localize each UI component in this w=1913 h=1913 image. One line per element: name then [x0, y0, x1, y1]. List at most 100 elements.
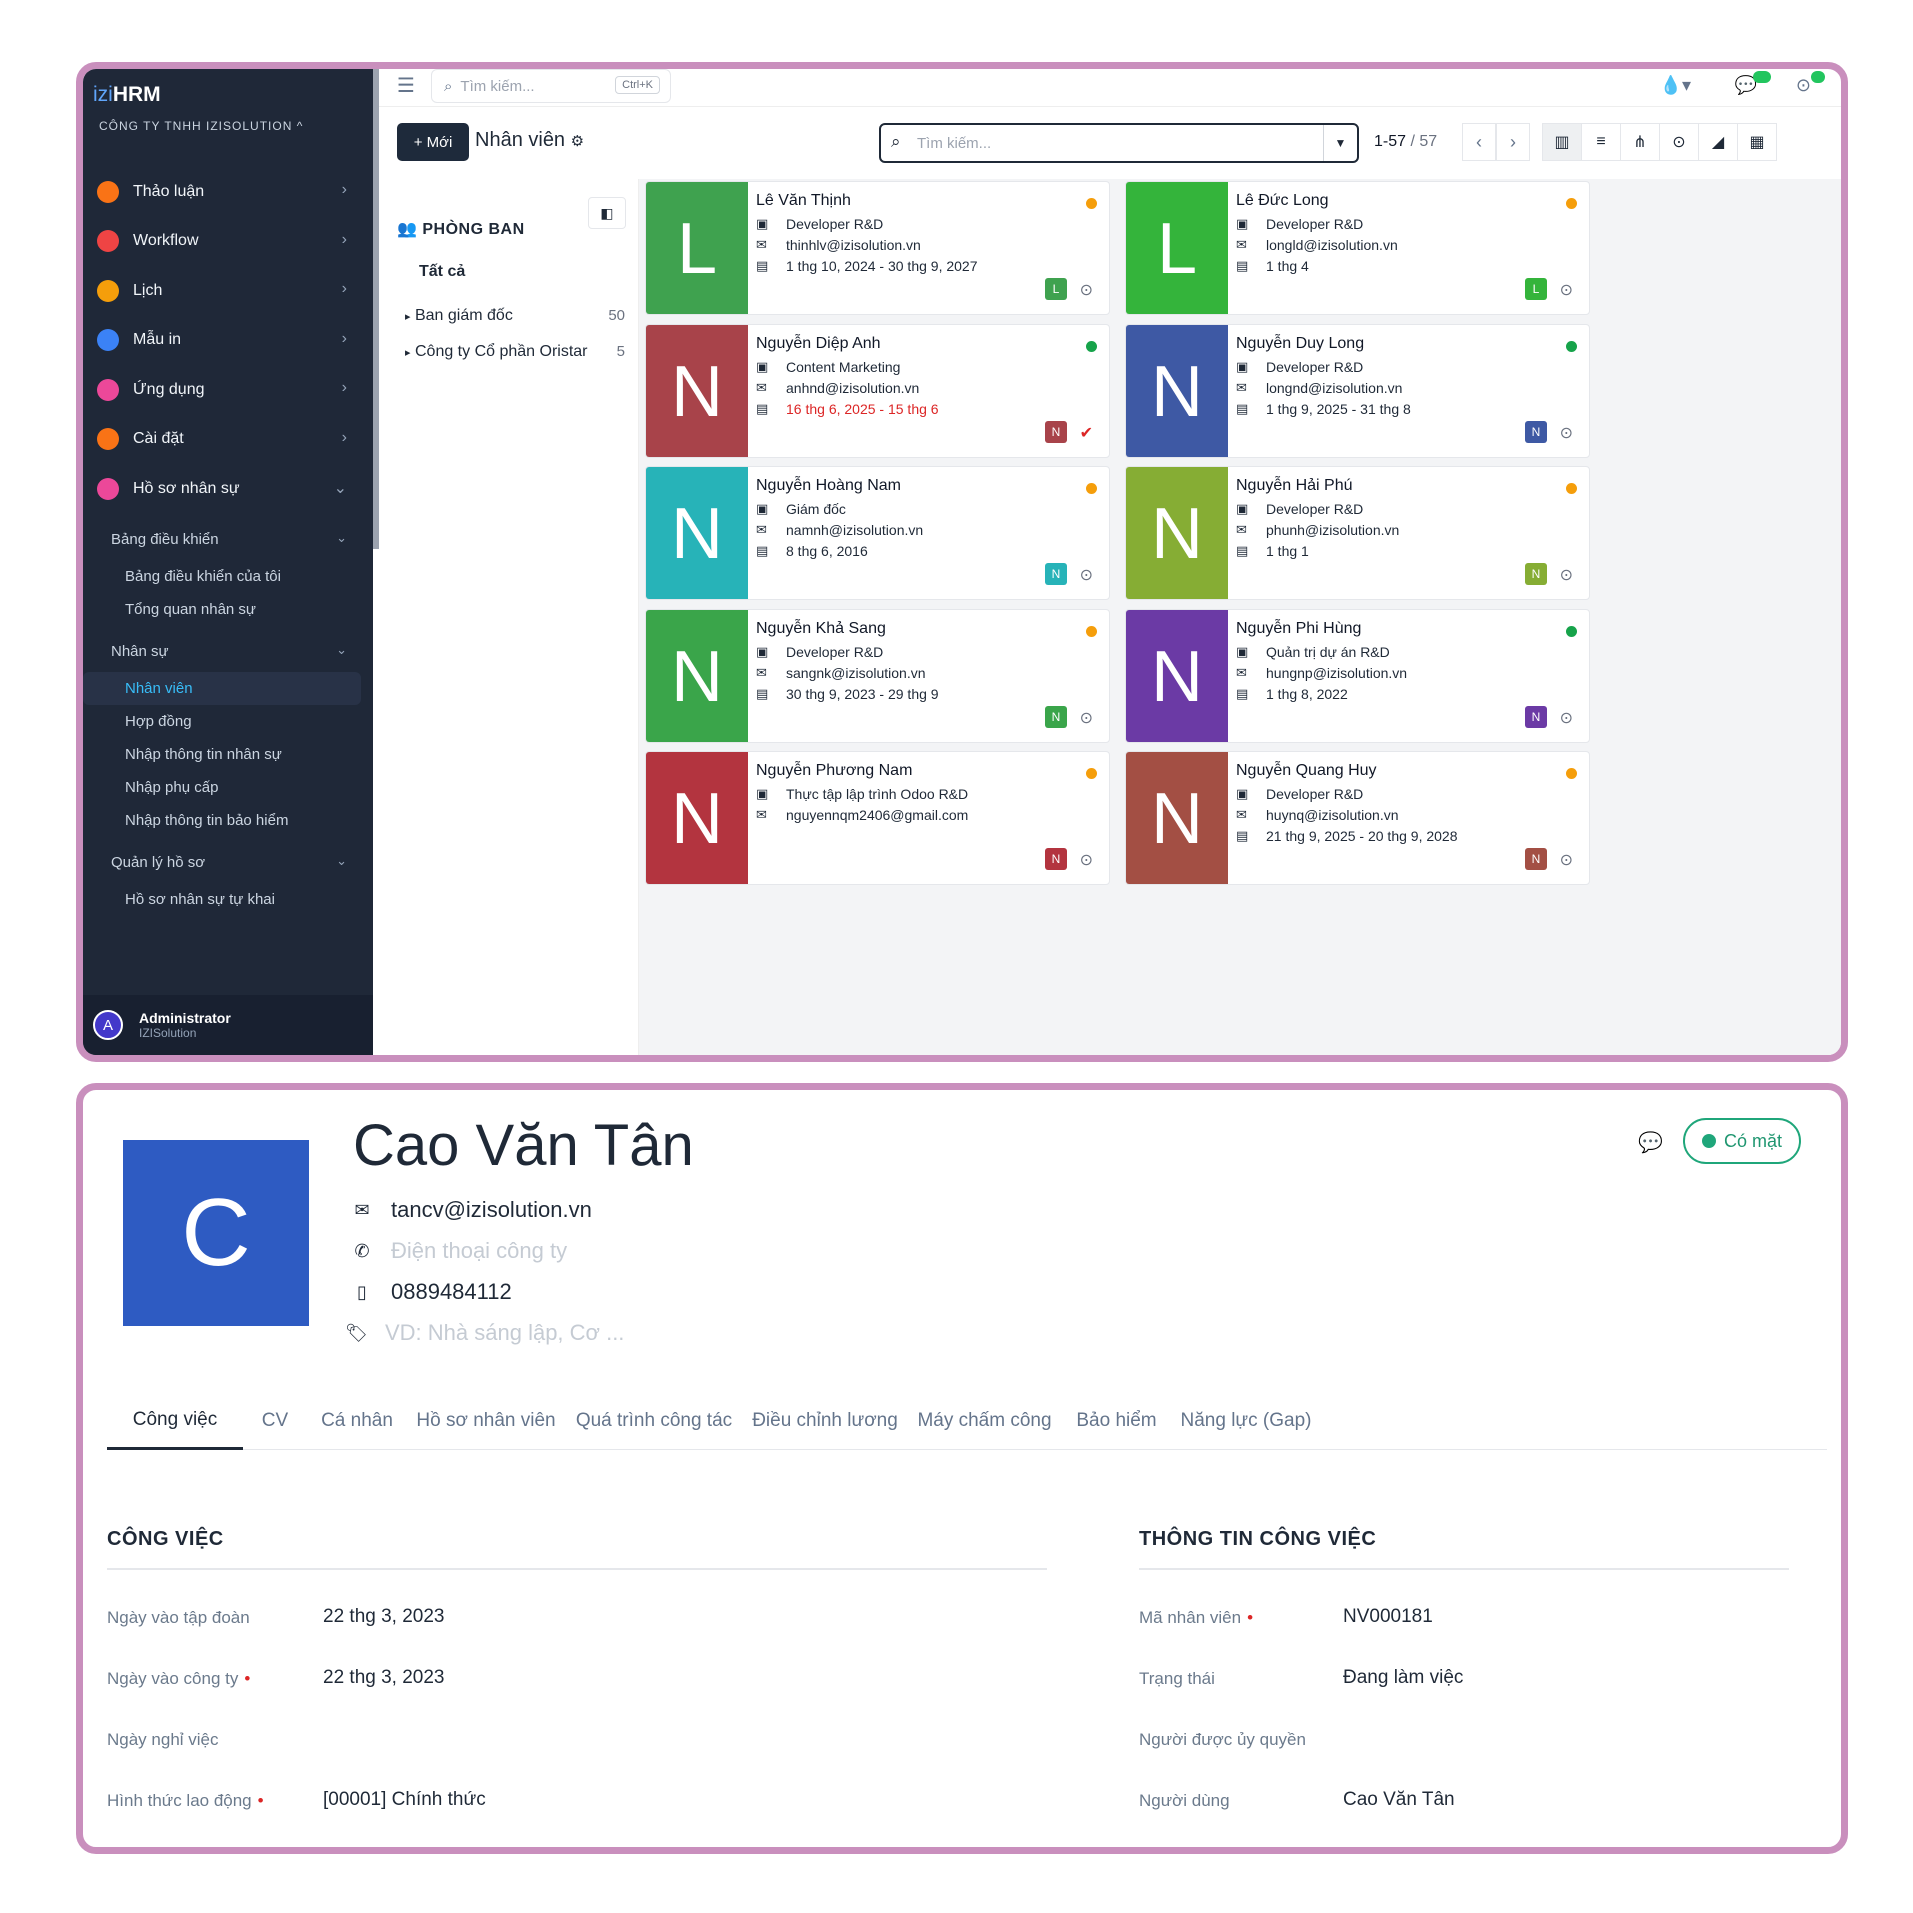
- employee-card[interactable]: N Nguyễn Hoàng Nam ▣ Giám đốc ✉ namnh@izis…: [645, 466, 1110, 600]
- sidebar-subitem[interactable]: Tổng quan nhân sự: [83, 593, 373, 626]
- field-value[interactable]: 22 thg 3, 2023: [323, 1667, 683, 1693]
- global-search-input[interactable]: ⌕ Tìm kiếm... Ctrl+K: [431, 69, 671, 103]
- sidebar-subitem[interactable]: Nhập phụ cấp: [83, 771, 373, 804]
- clock-icon[interactable]: ⊙: [1796, 75, 1811, 96]
- sidebar-subitem[interactable]: Bảng điều khiển của tôi: [83, 560, 373, 593]
- search-options-dropdown[interactable]: ▼: [1323, 125, 1357, 161]
- employee-card[interactable]: L Lê Đức Long ▣ Developer R&D ✉ longld@izi…: [1125, 181, 1590, 315]
- tab-item[interactable]: Năng lực (Gap): [1171, 1392, 1321, 1450]
- app-logo[interactable]: iziHRM: [93, 83, 161, 107]
- presence-badge[interactable]: Có mặt: [1683, 1118, 1801, 1164]
- employee-card[interactable]: N Nguyễn Phi Hùng ▣ Quản trị dự án R&D ✉ h…: [1125, 608, 1590, 743]
- suitcase-icon: ▤: [1236, 258, 1249, 273]
- activity-clock-icon[interactable]: ⊙: [1080, 565, 1093, 585]
- employee-card-period: ▤ 1 thg 1: [1236, 543, 1309, 559]
- department-all[interactable]: Tất cả: [419, 263, 465, 281]
- mobile-field[interactable]: ▯ 0889484112: [351, 1279, 512, 1305]
- employee-card[interactable]: N Nguyễn Quang Huy ▣ Developer R&D ✉ huynq…: [1125, 751, 1590, 885]
- sidebar-subitem[interactable]: Hợp đồng: [83, 705, 373, 738]
- tab-item[interactable]: CV: [243, 1392, 307, 1450]
- activity-icon[interactable]: 💧▾: [1660, 75, 1691, 96]
- briefcase-icon: ▣: [756, 643, 769, 659]
- tab-item[interactable]: Quá trình công tác: [565, 1392, 743, 1450]
- sidebar-subitem[interactable]: Nhập thông tin bảo hiểm: [83, 804, 373, 837]
- sidebar-subitem[interactable]: Hồ sơ nhân sự tự khai: [83, 883, 373, 916]
- employee-card[interactable]: N Nguyễn Khả Sang ▣ Developer R&D ✉ sangnk…: [645, 608, 1110, 743]
- sidebar-item[interactable]: Thảo luận ›: [83, 167, 373, 217]
- tab-item[interactable]: Hồ sơ nhân viên: [407, 1392, 565, 1450]
- hierarchy-view-icon[interactable]: ⋔: [1620, 123, 1660, 161]
- employee-card[interactable]: N Nguyễn Duy Long ▣ Developer R&D ✉ longnd…: [1125, 323, 1590, 458]
- employee-card[interactable]: N Nguyễn Diệp Anh ▣ Content Marketing ✉ an…: [645, 323, 1110, 458]
- previous-page-button[interactable]: ‹: [1462, 123, 1496, 161]
- graph-view-icon[interactable]: ◢: [1698, 123, 1738, 161]
- department-item[interactable]: ▸ Công ty Cổ phần Oristar 5: [405, 343, 625, 361]
- field-value[interactable]: Cao Văn Tân: [1343, 1789, 1703, 1815]
- sidebar-item[interactable]: Workflow ›: [83, 217, 373, 267]
- tab-item[interactable]: Cá nhân: [307, 1392, 407, 1450]
- activity-clock-icon[interactable]: ⊙: [1560, 565, 1573, 585]
- activity-clock-icon[interactable]: ⊙: [1080, 708, 1093, 728]
- sidebar-item[interactable]: Cài đặt ›: [83, 415, 373, 465]
- collapse-panel-button[interactable]: ◧: [588, 197, 626, 229]
- kanban-view-icon[interactable]: ▥: [1542, 123, 1582, 161]
- envelope-icon: ✉: [756, 237, 767, 252]
- sidebar-item[interactable]: Hồ sơ nhân sự ⌄: [83, 464, 373, 514]
- field-value[interactable]: NV000181: [1343, 1606, 1703, 1632]
- gear-icon[interactable]: ⚙: [571, 133, 584, 150]
- pager-value[interactable]: 1-57 / 57: [1374, 133, 1437, 151]
- activity-clock-icon[interactable]: ⊙: [1560, 850, 1573, 870]
- sidebar-item[interactable]: Lịch ›: [83, 266, 373, 316]
- chat-icon[interactable]: 💬: [1638, 1130, 1663, 1155]
- next-page-button[interactable]: ›: [1496, 123, 1530, 161]
- employee-card-name: Nguyễn Duy Long: [1236, 334, 1365, 352]
- sidebar-subitem[interactable]: Nhập thông tin nhân sự: [83, 738, 373, 771]
- avatar: A: [93, 1010, 123, 1040]
- department-panel: 👥 PHÒNG BAN ◧ Tất cả ▸ Ban giám đốc 50 ▸ …: [379, 179, 639, 1055]
- search-input[interactable]: ⌕ Tìm kiếm... ▼: [879, 123, 1359, 163]
- new-button[interactable]: + Mới: [397, 123, 469, 161]
- field-value[interactable]: [1343, 1728, 1703, 1754]
- status-dot-icon: [1086, 198, 1097, 209]
- menu-toggle-icon[interactable]: ☰: [397, 73, 415, 98]
- pivot-view-icon[interactable]: ▦: [1737, 123, 1777, 161]
- people-icon: 👥: [397, 221, 418, 238]
- activity-clock-icon[interactable]: ⊙: [1080, 280, 1093, 300]
- employee-card[interactable]: L Lê Văn Thịnh ▣ Developer R&D ✉ thinhlv@i…: [645, 181, 1110, 315]
- activity-clock-icon[interactable]: ⊙: [1560, 708, 1573, 728]
- tab-item[interactable]: Bảo hiểm: [1062, 1392, 1171, 1450]
- field-value[interactable]: Đang làm việc: [1343, 1667, 1703, 1693]
- employee-card-period: ▤ 1 thg 9, 2025 - 31 thg 8: [1236, 400, 1411, 417]
- tab-item[interactable]: Điều chỉnh lương: [743, 1392, 907, 1450]
- list-view-icon[interactable]: ≡: [1581, 123, 1621, 161]
- work-phone-field[interactable]: ✆ Điện thoại công ty: [351, 1238, 567, 1264]
- briefcase-icon: ▣: [1236, 501, 1249, 516]
- activity-clock-icon[interactable]: ⊙: [1560, 280, 1573, 300]
- sidebar-group[interactable]: Nhân sự ⌄: [83, 632, 373, 672]
- sidebar-subitem[interactable]: Nhân viên: [83, 671, 361, 705]
- activity-view-icon[interactable]: ⊙: [1659, 123, 1699, 161]
- checkmark-icon[interactable]: ✔: [1080, 423, 1093, 443]
- activity-clock-icon[interactable]: ⊙: [1560, 423, 1573, 443]
- employee-card[interactable]: N Nguyễn Phương Nam ▣ Thực tập lập trình …: [645, 751, 1110, 885]
- employee-card[interactable]: N Nguyễn Hải Phú ▣ Developer R&D ✉ phunh@i…: [1125, 466, 1590, 600]
- employee-name[interactable]: Cao Văn Tân: [353, 1112, 694, 1179]
- employee-card-name: Nguyễn Diệp Anh: [756, 334, 881, 352]
- activity-clock-icon[interactable]: ⊙: [1080, 850, 1093, 870]
- department-item[interactable]: ▸ Ban giám đốc 50: [405, 307, 625, 325]
- field-value[interactable]: [323, 1728, 683, 1754]
- sidebar-group[interactable]: Bảng điều khiển ⌄: [83, 520, 373, 560]
- sidebar-item[interactable]: Ứng dụng ›: [83, 365, 373, 415]
- field-value[interactable]: 22 thg 3, 2023: [323, 1606, 683, 1632]
- tags-field[interactable]: 🏷 VD: Nhà sáng lập, Cơ ...: [345, 1320, 624, 1346]
- field-value[interactable]: [00001] Chính thức: [323, 1789, 683, 1815]
- employee-avatar[interactable]: C: [123, 1140, 309, 1326]
- email-field[interactable]: ✉ tancv@izisolution.vn: [351, 1197, 591, 1223]
- sidebar-group[interactable]: Quản lý hồ sơ ⌄: [83, 843, 373, 883]
- company-switcher[interactable]: CÔNG TY TNHH IZISOLUTION ^: [99, 119, 303, 133]
- tab-item[interactable]: Máy chấm công: [907, 1392, 1062, 1450]
- employee-card-period: ▤ 30 thg 9, 2023 - 29 thg 9: [756, 685, 939, 702]
- sidebar-item[interactable]: Mẫu in ›: [83, 316, 373, 366]
- user-menu[interactable]: A Administrator IZISolution: [83, 995, 373, 1055]
- tab-item[interactable]: Công việc: [107, 1392, 243, 1450]
